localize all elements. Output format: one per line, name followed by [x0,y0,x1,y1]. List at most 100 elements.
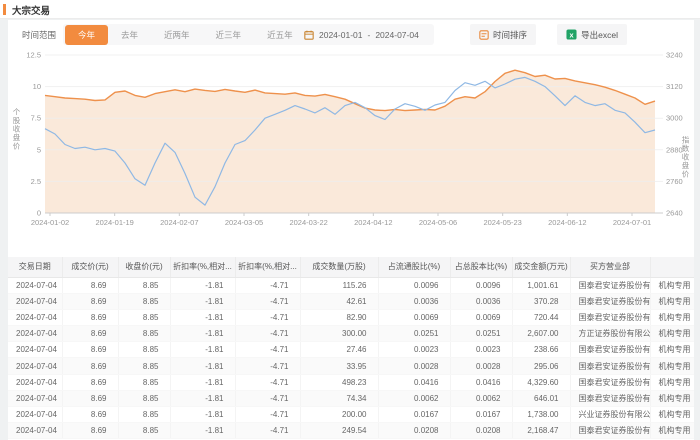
y-tick-label-left: 2.5 [31,177,41,186]
table-cell: -1.81 [170,407,235,423]
range-pill-0[interactable]: 今年 [65,25,108,45]
y-tick-label-right: 3000 [666,114,683,123]
content-card: 时间范围 今年去年近两年近三年近五年全部 2024-01-01 - 2024-0… [8,20,694,440]
table-header-cell: 占总股本比(%) [450,257,512,277]
table-cell: -1.81 [170,374,235,390]
table-cell: 8.85 [118,423,170,439]
table-cell: 8.69 [62,326,118,342]
table-cell: 0.0023 [450,342,512,358]
table-cell: 2024-07-04 [8,358,62,374]
table-cell: 2024-07-04 [8,407,62,423]
table-cell: -1.81 [170,326,235,342]
table-cell: 8.85 [118,309,170,325]
table-cell: 2024-07-04 [8,293,62,309]
table-header-cell: 折扣率(%,相对... [170,257,235,277]
table-cell: 8.85 [118,390,170,406]
date-start: 2024-01-01 [319,30,362,40]
table-cell: 0.0036 [378,293,450,309]
table-cell: 国泰君安证券股份有限公... [570,374,650,390]
table-cell: 方正证券股份有限公司总部 [570,326,650,342]
table-cell: 8.85 [118,407,170,423]
table-cell: 机构专用 [650,390,694,406]
chart[interactable]: 个股收盘价 指数收盘价 02.557.51012.526402760288030… [8,48,694,238]
table-cell: -1.81 [170,390,235,406]
table-cell: 机构专用 [650,309,694,325]
table-cell: -1.81 [170,293,235,309]
table-cell: 2024-07-04 [8,390,62,406]
x-tick-label: 2024-02-07 [160,218,198,227]
table-cell: 2024-07-04 [8,342,62,358]
time-range-label: 时间范围 [22,29,56,41]
table-cell: 646.01 [512,390,570,406]
table-cell: 8.69 [62,342,118,358]
table-cell: 4,329.60 [512,374,570,390]
table-cell: 国泰君安证券股份有限公... [570,277,650,293]
table-cell: -1.81 [170,309,235,325]
table-cell: 0.0062 [378,390,450,406]
time-sort-button[interactable]: 时间排序 [470,24,536,45]
y-tick-label-right: 3240 [666,51,683,60]
stock-area-fill [45,70,655,213]
table-cell: 0.0167 [450,407,512,423]
table-cell: -4.71 [235,326,300,342]
table-cell: 0.0062 [450,390,512,406]
excel-icon: x [566,29,577,40]
table-row: 2024-07-048.698.85-1.81-4.7127.460.00230… [8,342,694,358]
table-cell: 0.0036 [450,293,512,309]
range-pill-2[interactable]: 近两年 [151,25,203,45]
range-pill-1[interactable]: 去年 [108,25,151,45]
table-cell: 720.44 [512,309,570,325]
table-cell: 8.85 [118,277,170,293]
x-tick-label: 2024-04-12 [354,218,392,227]
table-cell: -4.71 [235,342,300,358]
table-cell: 2024-07-04 [8,423,62,439]
x-tick-label: 2024-01-19 [95,218,133,227]
table-cell: 0.0208 [450,423,512,439]
table-cell: 8.69 [62,374,118,390]
table-cell: -4.71 [235,293,300,309]
title-bar: 大宗交易 [0,0,700,19]
table-cell: 1,001.61 [512,277,570,293]
table-cell: -4.71 [235,407,300,423]
table-cell: 机构专用 [650,342,694,358]
range-pill-3[interactable]: 近三年 [203,25,255,45]
table-cell: 8.85 [118,358,170,374]
table-cell: 8.85 [118,293,170,309]
table-header-row: 交易日期成交价(元)收盘价(元)折扣率(%,相对...折扣率(%,相对...成交… [8,257,694,277]
table-cell: 国泰君安证券股份有限公... [570,358,650,374]
table-cell: 0.0416 [378,374,450,390]
chart-canvas[interactable]: 02.557.51012.526402760288030003120324020… [8,48,694,234]
table-cell: -1.81 [170,277,235,293]
table-row: 2024-07-048.698.85-1.81-4.7133.950.00280… [8,358,694,374]
table-header-cell: 买方营业部 [570,257,650,277]
export-excel-label: 导出excel [581,29,618,41]
y-tick-label-right: 2640 [666,209,683,218]
table-cell: 295.06 [512,358,570,374]
table-cell: 238.66 [512,342,570,358]
trades-table: 交易日期成交价(元)收盘价(元)折扣率(%,相对...折扣率(%,相对...成交… [8,257,694,439]
table-row: 2024-07-048.698.85-1.81-4.7174.340.00620… [8,390,694,406]
table-cell: 0.0251 [378,326,450,342]
y-tick-label-left: 0 [37,209,41,218]
table-header-cell: 收盘价(元) [118,257,170,277]
x-tick-label: 2024-06-12 [548,218,586,227]
table-cell: 0.0167 [378,407,450,423]
x-tick-label: 2024-05-23 [483,218,521,227]
date-range-picker[interactable]: 2024-01-01 - 2024-07-04 [296,24,434,45]
table-cell: 国泰君安证券股份有限公... [570,293,650,309]
table-cell: 机构专用 [650,326,694,342]
table-cell: 8.69 [62,309,118,325]
table-cell: -4.71 [235,423,300,439]
table-cell: 机构专用 [650,423,694,439]
table-cell: 1,738.00 [512,407,570,423]
table-header-cell: 折扣率(%,相对... [235,257,300,277]
table-row: 2024-07-048.698.85-1.81-4.7142.610.00360… [8,293,694,309]
table-cell: -4.71 [235,309,300,325]
table-cell: 国泰君安证券股份有限公... [570,390,650,406]
table-cell: 国泰君安证券股份有限公... [570,423,650,439]
table-cell: 0.0416 [450,374,512,390]
export-excel-button[interactable]: x 导出excel [557,24,627,45]
table-cell: -1.81 [170,423,235,439]
x-tick-label: 2024-03-22 [289,218,327,227]
table-cell: 国泰君安证券股份有限公... [570,342,650,358]
